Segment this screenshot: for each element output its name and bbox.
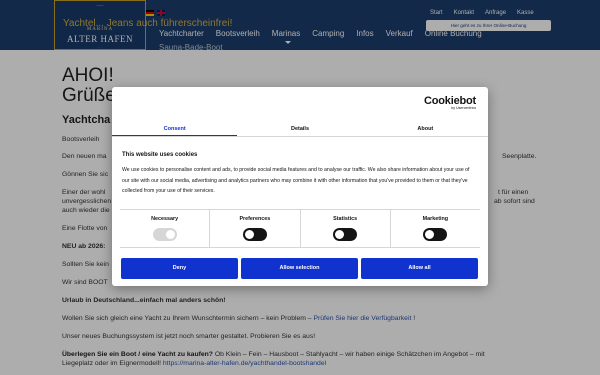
tab-about[interactable]: About	[363, 123, 488, 136]
consent-tabs: Consent Details About	[112, 123, 488, 137]
dialog-text: We use cookies to personalise content an…	[122, 167, 470, 194]
allow-all-button[interactable]: Allow all	[361, 258, 478, 279]
category-necessary: Necessary	[120, 210, 211, 247]
dialog-title: This website uses cookies	[122, 152, 198, 158]
category-statistics: Statistics	[301, 210, 391, 247]
cookie-categories: Necessary Preferences Statistics Marketi…	[120, 209, 480, 248]
category-label: Preferences	[239, 216, 271, 222]
category-preferences: Preferences	[210, 210, 301, 247]
cookiebot-logo: Cookiebot by Usercentrics	[424, 95, 476, 110]
allow-selection-button[interactable]: Allow selection	[241, 258, 358, 279]
necessary-toggle	[152, 228, 177, 241]
statistics-toggle[interactable]	[333, 228, 358, 241]
deny-button[interactable]: Deny	[121, 258, 238, 279]
preferences-toggle[interactable]	[242, 228, 267, 241]
marketing-toggle[interactable]	[423, 228, 448, 241]
category-label: Necessary	[151, 216, 179, 222]
tab-details[interactable]: Details	[237, 123, 362, 136]
cookie-consent-dialog: Cookiebot by Usercentrics Consent Detail…	[112, 87, 488, 286]
category-label: Statistics	[333, 216, 358, 222]
tab-consent[interactable]: Consent	[112, 123, 238, 136]
category-label: Marketing	[422, 216, 449, 222]
category-marketing: Marketing	[391, 210, 480, 247]
